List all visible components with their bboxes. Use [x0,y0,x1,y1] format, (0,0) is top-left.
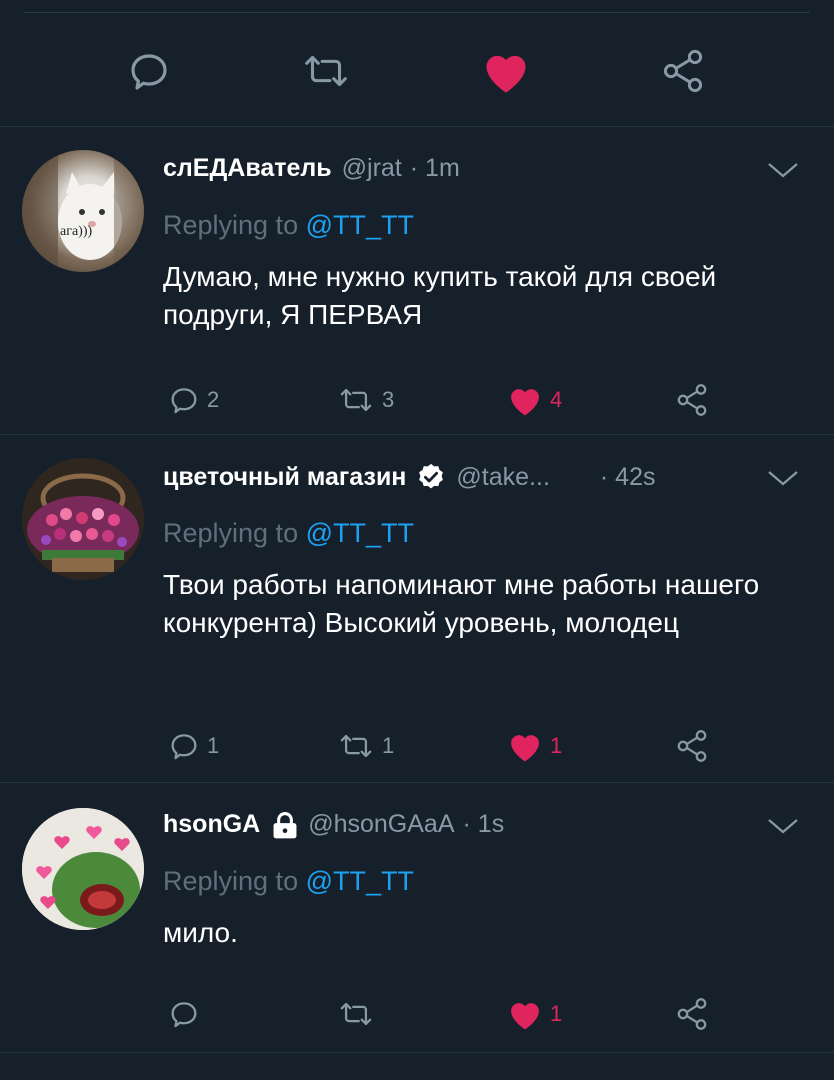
replying-label: Replying to [163,866,306,896]
avatar[interactable] [22,808,144,930]
retweet-button[interactable]: 3 [336,380,394,420]
tweet-reply[interactable]: ага))) слЕДАватель @jrat · 1m Replying t… [0,140,834,435]
chevron-down-icon [768,471,798,486]
share-button[interactable] [648,36,718,106]
tweet-reply[interactable]: hsonGA @hsonGAaA · 1s Replying to @TT_TT… [0,796,834,1052]
retweet-count: 3 [382,387,395,412]
handle[interactable]: @hsonGAaA [308,810,454,839]
main-tweet-actions [0,36,834,106]
reply-button[interactable]: 1 [167,726,219,766]
tweet-reply[interactable]: цветочный магазин @take... · 42s Replyin… [0,448,834,782]
handle[interactable]: @take... [456,463,549,492]
kermit-hearts-avatar-image [22,808,144,930]
tweet-header: цветочный магазин @take... · 42s [163,462,656,492]
timestamp: · 1s [462,810,505,838]
tweet-menu-button[interactable] [766,468,800,493]
like-button[interactable] [471,36,541,106]
tweet-header: слЕДАватель @jrat · 1m [163,154,460,183]
like-button[interactable]: 1 [506,994,562,1034]
mention-link[interactable]: @TT_TT [306,210,414,240]
display-name[interactable]: слЕДАватель [163,154,332,183]
display-name[interactable]: цветочный магазин [163,463,406,492]
like-count: 4 [550,387,563,412]
divider [0,126,834,127]
tweet-text: мило. [163,917,238,948]
reply-count: 2 [207,387,220,412]
divider [0,782,834,783]
heart-filled-icon [511,735,539,762]
divider [0,434,834,435]
share-icon [663,49,703,93]
reply-button[interactable] [167,994,207,1034]
share-icon [677,730,707,762]
share-button[interactable] [674,380,710,420]
retweet-icon [340,734,372,758]
chevron-down-icon [768,163,798,178]
heart-filled-icon [486,55,526,93]
tweet-text: Твои работы напоминают мне работы нашего… [163,569,760,638]
reply-icon [131,54,167,90]
replying-label: Replying to [163,518,306,548]
tweet-actions: 1 [0,994,834,1034]
mention-link[interactable]: @TT_TT [306,866,414,896]
lock-icon [273,811,297,838]
reply-icon [171,734,197,760]
replying-to: Replying to @TT_TT [163,518,414,549]
chevron-down-icon [768,819,798,834]
divider [0,1052,834,1053]
cat-avatar-image [22,150,144,272]
display-name[interactable]: hsonGA [163,810,260,839]
tweet-actions: 2 3 4 [0,380,834,420]
tweet-header: hsonGA @hsonGAaA · 1s [163,810,504,839]
replying-to: Replying to @TT_TT [163,866,414,897]
flower-basket-avatar-image [22,458,144,580]
mention-link[interactable]: @TT_TT [306,518,414,548]
share-icon [677,998,707,1030]
reply-button[interactable]: 2 [167,380,219,420]
tweet-menu-button[interactable] [766,816,800,841]
retweet-icon [340,388,372,412]
tweet-text: Думаю, мне нужно купить такой для своей … [163,261,717,330]
handle[interactable]: @jrat [342,154,402,183]
reply-button[interactable] [114,36,184,106]
reply-icon [171,1002,197,1028]
tweet-menu-button[interactable] [766,160,800,185]
heart-filled-icon [511,389,539,416]
share-button[interactable] [674,994,710,1034]
tweet-actions: 1 1 1 [0,726,834,766]
retweet-icon [340,1002,372,1026]
retweet-button[interactable] [291,36,361,106]
verified-badge-icon [419,463,444,489]
top-divider [24,12,810,13]
replying-label: Replying to [163,210,306,240]
retweet-count: 1 [382,733,395,758]
like-count: 1 [550,733,563,758]
timestamp: · 42s [599,462,656,491]
like-button[interactable]: 4 [506,380,562,420]
share-button[interactable] [674,726,710,766]
like-count: 1 [550,1001,563,1026]
avatar[interactable] [22,458,144,580]
avatar-caption: ага))) [60,224,93,239]
avatar[interactable]: ага))) [22,150,144,272]
reply-count: 1 [207,733,220,758]
like-button[interactable]: 1 [506,726,562,766]
timestamp: · 1m [409,154,460,182]
replying-to: Replying to @TT_TT [163,210,414,241]
heart-filled-icon [511,1003,539,1030]
reply-icon [171,388,197,414]
share-icon [677,384,707,416]
retweet-icon [305,55,347,87]
retweet-button[interactable]: 1 [336,726,394,766]
retweet-button[interactable] [336,994,382,1034]
